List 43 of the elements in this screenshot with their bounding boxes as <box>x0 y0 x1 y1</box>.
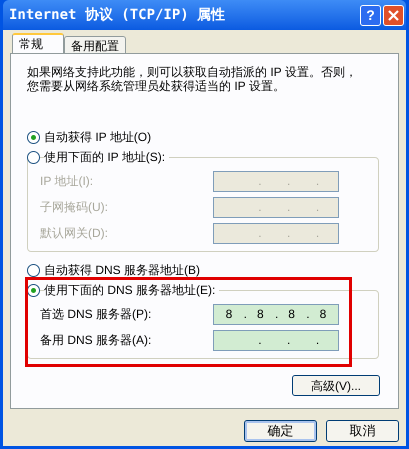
octet-separator: . <box>258 225 262 242</box>
field-label: 子网掩码(U): <box>40 199 108 216</box>
radio-label: 使用下面的 IP 地址(S): <box>44 148 170 166</box>
octet-separator: . <box>244 306 247 323</box>
field-label: 备用 DNS 服务器(A): <box>40 332 152 349</box>
field-label: IP 地址(I): <box>40 173 94 190</box>
dialog-button[interactable]: 取消 <box>326 420 399 442</box>
field-label: 首选 DNS 服务器(P): <box>40 306 152 323</box>
octet-value: 8 <box>320 306 326 323</box>
close-icon <box>388 10 399 20</box>
octet-separator: . <box>287 199 290 216</box>
advanced-button[interactable]: 高级(V)... <box>292 375 380 396</box>
octet-separator: . <box>287 332 290 349</box>
octet-separator: . <box>316 199 320 216</box>
field-label: 默认网关(D): <box>40 225 108 242</box>
help-button[interactable]: ? <box>360 4 381 26</box>
radio-label: 使用下面的 DNS 服务器地址(E): <box>44 281 220 299</box>
radio-button[interactable] <box>27 264 40 276</box>
radio-button[interactable] <box>27 150 40 164</box>
octet-separator: . <box>258 199 262 216</box>
window-title: Internet 协议 (TCP/IP) 属性 <box>9 6 226 24</box>
ip-address-field[interactable]: 8 . 8 . 8 . 8 <box>213 304 339 324</box>
radio-button[interactable] <box>27 284 40 296</box>
octet-separator: . <box>258 173 262 190</box>
dialog-button[interactable]: 确定 <box>244 420 317 442</box>
octet-value: 8 <box>288 306 295 323</box>
intro-text: 如果网络支持此功能，则可以获取自动指派的 IP 设置。否则， <box>27 65 358 79</box>
octet-separator: . <box>316 173 320 190</box>
octet-separator: . <box>316 225 320 242</box>
octet-separator: . <box>287 225 290 242</box>
intro-text: 您需要从网络系统管理员处获得适当的 IP 设置。 <box>27 79 286 93</box>
close-button[interactable] <box>383 4 404 26</box>
ip-address-field[interactable]: . . . <box>213 330 339 350</box>
octet-separator: . <box>316 332 320 349</box>
octet-separator: . <box>258 332 262 349</box>
tab[interactable]: 备用配置 <box>64 36 126 53</box>
octet-separator: . <box>306 306 310 323</box>
octet-separator: . <box>287 173 290 190</box>
radio-button[interactable] <box>27 130 40 144</box>
tab[interactable]: 常规 <box>12 33 64 53</box>
octet-separator: . <box>274 306 278 323</box>
octet-value: 8 <box>256 306 264 323</box>
octet-value: 8 <box>226 306 232 323</box>
